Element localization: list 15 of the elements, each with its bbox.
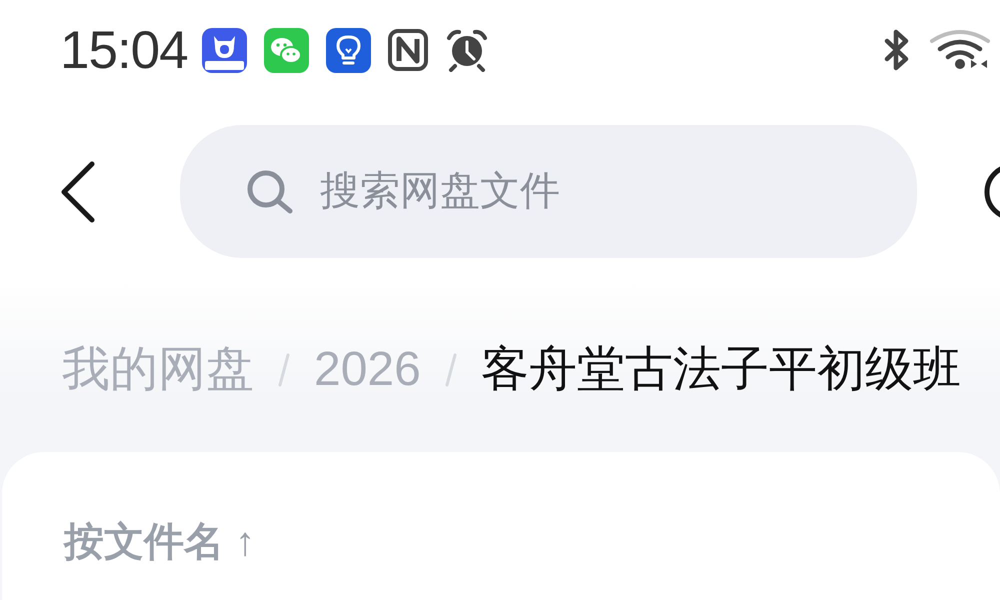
breadcrumb-separator — [444, 353, 457, 387]
breadcrumb-separator — [278, 353, 290, 387]
lightbulb-app-icon — [326, 28, 371, 72]
breadcrumb-item[interactable]: 2026 — [314, 341, 421, 399]
chat-app-icon — [264, 28, 309, 72]
breadcrumb-item[interactable]: 我的网盘 — [62, 341, 254, 399]
alarm-clock-icon — [444, 28, 489, 72]
status-time: 15:04 — [60, 24, 188, 76]
breadcrumb-item: 客舟堂古法子平初级班 — [480, 342, 961, 398]
nfc-icon — [388, 29, 428, 71]
sort-button[interactable]: 按文件名 ↑ — [64, 518, 256, 566]
chevron-left-icon — [60, 160, 96, 222]
search-field[interactable]: 搜索网盘文件 — [180, 125, 917, 258]
cow-app-icon — [202, 28, 247, 72]
search-icon — [246, 169, 294, 214]
